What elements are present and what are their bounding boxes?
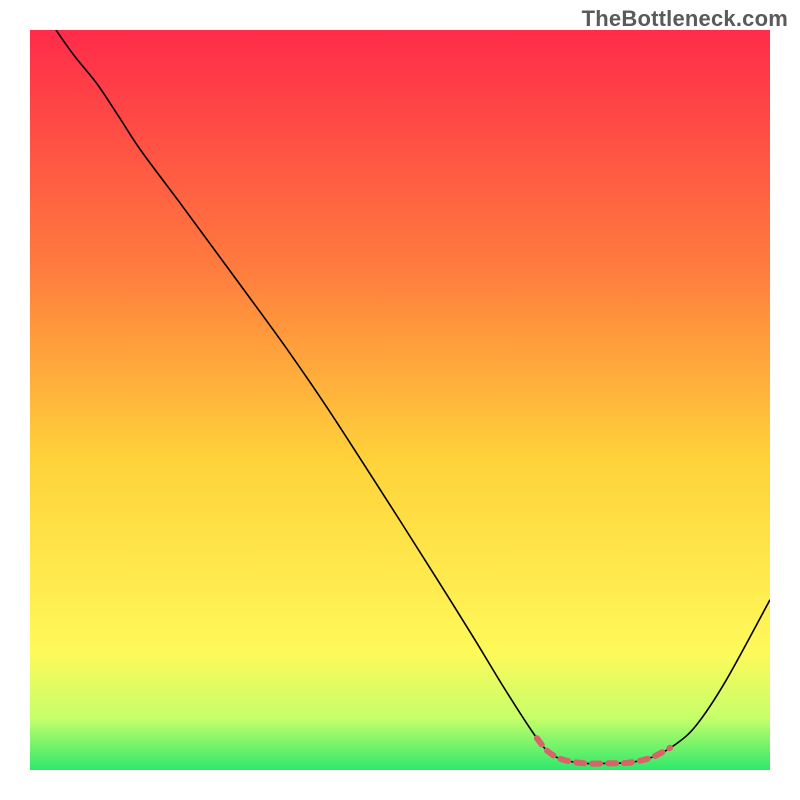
chart-plot-area: [30, 30, 770, 770]
gradient-background: [30, 30, 770, 770]
chart-svg: [30, 30, 770, 770]
watermark-text: TheBottleneck.com: [582, 6, 788, 32]
